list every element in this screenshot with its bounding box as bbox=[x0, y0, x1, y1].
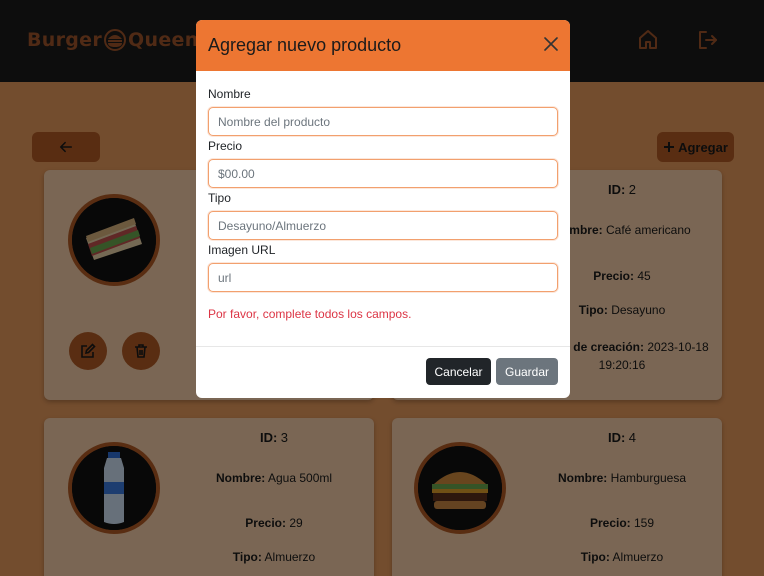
close-icon[interactable] bbox=[544, 37, 558, 51]
name-input[interactable] bbox=[208, 107, 558, 136]
image-url-input[interactable] bbox=[208, 263, 558, 292]
add-product-modal: Agregar nuevo producto Nombre Precio Tip… bbox=[196, 20, 570, 398]
type-input[interactable] bbox=[208, 211, 558, 240]
modal-title: Agregar nuevo producto bbox=[208, 35, 402, 55]
name-label: Nombre bbox=[208, 87, 251, 101]
image-url-label: Imagen URL bbox=[208, 243, 276, 257]
save-button[interactable]: Guardar bbox=[496, 358, 558, 385]
validation-error: Por favor, complete todos los campos. bbox=[208, 307, 412, 321]
modal-footer-divider bbox=[196, 346, 570, 347]
modal-header: Agregar nuevo producto bbox=[196, 20, 570, 71]
type-label: Tipo bbox=[208, 191, 231, 205]
price-label: Precio bbox=[208, 139, 243, 153]
price-input[interactable] bbox=[208, 159, 558, 188]
cancel-button[interactable]: Cancelar bbox=[426, 358, 491, 385]
